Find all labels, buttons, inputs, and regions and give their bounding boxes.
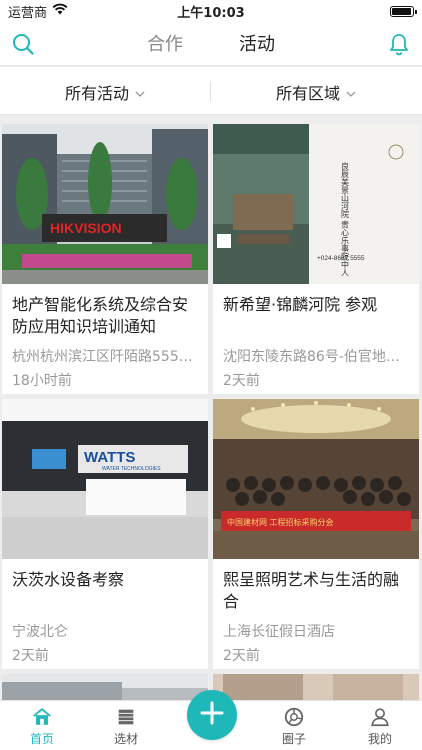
filter-all-activities[interactable]: 所有活动 [65, 80, 145, 104]
search-icon[interactable] [10, 31, 36, 57]
chevron-down-icon [346, 83, 356, 102]
activity-feed: HIKVISION 地产智能化系统及综合安防应用知识培训通知 杭州杭州滨江区阡陌… [0, 116, 422, 700]
activity-card-partial[interactable] [2, 674, 208, 700]
watts-subtext: WATER TECHNOLOGIES [102, 466, 161, 472]
card-time: 2天前 [12, 648, 49, 664]
card-location: 宁波北仑 [12, 624, 68, 640]
card-title: 熙呈照明艺术与生活的融合 [223, 570, 400, 611]
person-icon [350, 704, 410, 730]
card-image-watts: WATTS WATER TECHNOLOGIES [2, 399, 208, 559]
card-image-partial [213, 674, 419, 700]
carrier-label: 运营商 [8, 5, 48, 21]
add-button[interactable] [187, 690, 237, 740]
activity-card-xicheng[interactable]: 中国建材网 工程招标采购分会 熙呈照明艺术与生活的融合 上海长征假日酒店 2天前 [213, 399, 419, 669]
tab-mine[interactable]: 我的 [350, 704, 410, 747]
tab-materials[interactable]: 选材 [96, 704, 156, 747]
tab-activity[interactable]: 活动 [233, 30, 281, 64]
tab-mine-label: 我的 [367, 732, 392, 746]
card-location: 沈阳东陵东路86号-伯官地产销售中心 [223, 349, 413, 365]
battery-icon [390, 5, 417, 17]
tab-materials-label: 选材 [113, 732, 138, 746]
filter-activities-label: 所有活动 [65, 84, 130, 103]
card-time: 2天前 [223, 648, 260, 664]
nav-bar: 合作 活动 [0, 22, 422, 86]
card-time: 2天前 [223, 373, 260, 389]
plus-icon [199, 700, 225, 730]
tab-circle[interactable]: 圈子 [264, 704, 324, 747]
card-image-xinxiwang: 良辰美景山河院 贵心乐事院中人 +024-8667 5555 [213, 124, 419, 284]
xicheng-banner-text: 中国建材网 工程招标采购分会 [227, 517, 334, 527]
chevron-down-icon [135, 83, 145, 102]
activity-card-watts[interactable]: WATTS WATER TECHNOLOGIES 沃茨水设备考察 宁波北仑 2天… [2, 399, 208, 669]
card-image-hikvision: HIKVISION [2, 124, 208, 284]
filter-divider [210, 81, 211, 101]
status-bar: 运营商 上午10:03 [0, 0, 422, 22]
battery-fill [392, 7, 411, 15]
card-title: 地产智能化系统及综合安防应用知识培训通知 [12, 295, 189, 336]
status-left: 运营商 [8, 2, 68, 21]
watts-logo-text: WATTS [84, 449, 135, 466]
tab-home-label: 首页 [29, 732, 54, 746]
home-icon [12, 704, 72, 730]
hikvision-sign-text: HIKVISION [50, 220, 122, 236]
card-image-partial [2, 674, 208, 700]
bell-icon[interactable] [386, 31, 412, 57]
tab-cooperation[interactable]: 合作 [141, 30, 189, 64]
activity-card-hikvision[interactable]: HIKVISION 地产智能化系统及综合安防应用知识培训通知 杭州杭州滨江区阡陌… [2, 124, 208, 394]
card-title: 新希望·锦麟河院 参观 [223, 295, 378, 314]
card-image-xicheng: 中国建材网 工程招标采购分会 [213, 399, 419, 559]
circle-icon [264, 704, 324, 730]
xinxiwang-phone-text: +024-8667 5555 [317, 255, 365, 262]
card-time: 18小时前 [12, 373, 72, 389]
tab-circle-label: 圈子 [281, 732, 306, 746]
filter-bar: 所有活动 所有区域 [0, 67, 422, 115]
filter-regions-label: 所有区域 [276, 84, 341, 103]
card-location: 上海长征假日酒店 [223, 624, 335, 640]
card-title: 沃茨水设备考察 [12, 570, 125, 589]
materials-icon [96, 704, 156, 730]
activity-card-xinxiwang[interactable]: 良辰美景山河院 贵心乐事院中人 +024-8667 5555 新希望·锦麟河院 … [213, 124, 419, 394]
tab-home[interactable]: 首页 [12, 704, 72, 747]
card-location: 杭州杭州滨江区阡陌路555号海康威视 [12, 349, 202, 365]
wifi-icon [52, 3, 68, 19]
filter-all-regions[interactable]: 所有区域 [276, 80, 356, 104]
activity-card-partial[interactable] [213, 674, 419, 700]
